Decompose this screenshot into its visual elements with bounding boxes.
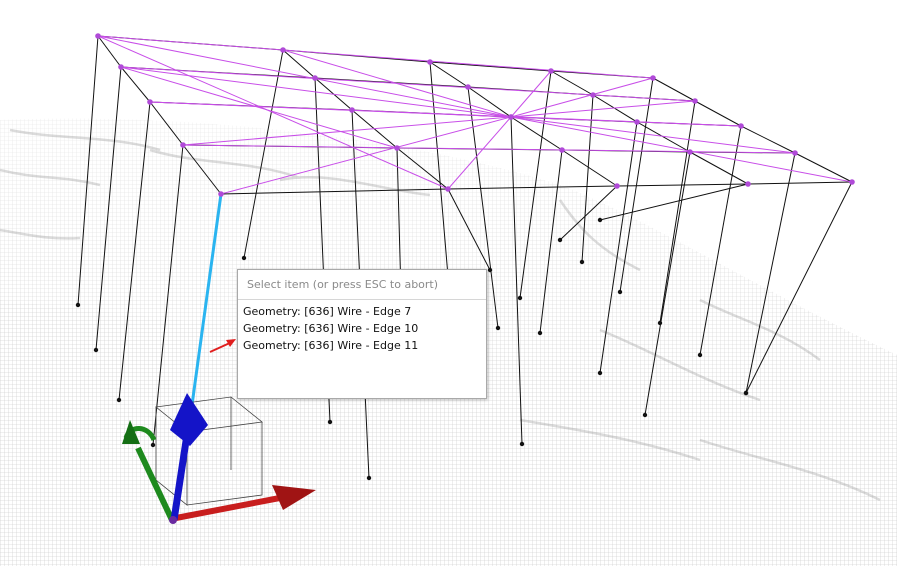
- brace-edge[interactable]: [97, 35, 512, 118]
- column-base-point[interactable]: [642, 412, 648, 418]
- frame-edge[interactable]: [550, 70, 594, 96]
- frame-vertex[interactable]: [792, 150, 798, 156]
- column-base-point[interactable]: [93, 347, 99, 353]
- frame-vertex[interactable]: [548, 68, 554, 74]
- column-base-point[interactable]: [517, 295, 523, 301]
- selection-list: Geometry: [636] Wire - Edge 7 Geometry: …: [238, 303, 486, 354]
- frame-vertex[interactable]: [465, 84, 471, 90]
- column-base-point[interactable]: [327, 419, 333, 425]
- column-base-point[interactable]: [597, 217, 603, 223]
- frame-vertex[interactable]: [118, 64, 124, 70]
- column-base-point[interactable]: [557, 237, 563, 243]
- frame-vertex[interactable]: [614, 183, 620, 189]
- column-base-point[interactable]: [597, 370, 603, 376]
- frame-vertex[interactable]: [445, 186, 451, 192]
- frame-vertex[interactable]: [590, 92, 596, 98]
- column-base-point[interactable]: [657, 320, 663, 326]
- column-base-point[interactable]: [519, 441, 525, 447]
- frame-vertex[interactable]: [849, 179, 855, 185]
- column-base-point[interactable]: [697, 352, 703, 358]
- frame-vertex[interactable]: [508, 114, 514, 120]
- frame-vertex[interactable]: [692, 98, 698, 104]
- frame-vertex[interactable]: [394, 145, 400, 151]
- column-base-point[interactable]: [743, 390, 749, 396]
- column-base-point[interactable]: [617, 289, 623, 295]
- selection-popup: Geometry: [636] Wire - Edge 7 Geometry: …: [237, 269, 487, 399]
- frame-vertex[interactable]: [147, 99, 153, 105]
- frame-edge[interactable]: [592, 94, 638, 123]
- frame-vertex[interactable]: [427, 59, 433, 65]
- frame-edge[interactable]: [747, 181, 853, 185]
- frame-edge[interactable]: [740, 125, 796, 154]
- frame-vertex[interactable]: [95, 33, 101, 39]
- frame-vertex[interactable]: [745, 181, 751, 187]
- brace-edge[interactable]: [510, 70, 552, 118]
- frame-column[interactable]: [599, 183, 749, 221]
- frame-vertex[interactable]: [650, 75, 656, 81]
- frame-edge[interactable]: [694, 100, 742, 127]
- frame-vertex[interactable]: [280, 47, 286, 53]
- frame-edge[interactable]: [429, 61, 552, 72]
- column-base-point[interactable]: [579, 259, 585, 265]
- column-base-point[interactable]: [150, 442, 156, 448]
- frame-edge[interactable]: [636, 121, 691, 153]
- brace-edge[interactable]: [97, 35, 654, 79]
- selection-item-edge-7[interactable]: Geometry: [636] Wire - Edge 7: [238, 303, 486, 320]
- frame-vertex[interactable]: [312, 75, 318, 81]
- frame-edge[interactable]: [794, 152, 853, 183]
- frame-edge[interactable]: [120, 66, 151, 103]
- frame-vertex[interactable]: [634, 119, 640, 125]
- column-base-point[interactable]: [537, 330, 543, 336]
- frame-vertex[interactable]: [218, 191, 224, 197]
- frame-vertex[interactable]: [687, 149, 693, 155]
- selection-item-edge-10[interactable]: Geometry: [636] Wire - Edge 10: [238, 320, 486, 337]
- frame-vertex[interactable]: [559, 147, 565, 153]
- frame-vertex[interactable]: [180, 142, 186, 148]
- frame-edge[interactable]: [652, 77, 696, 102]
- selection-item-edge-11[interactable]: Geometry: [636] Wire - Edge 11: [238, 337, 486, 354]
- column-base-point[interactable]: [241, 255, 247, 261]
- frame-vertex[interactable]: [738, 123, 744, 129]
- column-base-point[interactable]: [487, 267, 493, 273]
- column-base-point[interactable]: [116, 397, 122, 403]
- frame-edge[interactable]: [429, 61, 469, 88]
- column-base-point[interactable]: [495, 325, 501, 331]
- select-item-input[interactable]: [238, 270, 486, 300]
- frame-vertex[interactable]: [349, 107, 355, 113]
- column-base-point[interactable]: [75, 302, 81, 308]
- column-base-point[interactable]: [366, 475, 372, 481]
